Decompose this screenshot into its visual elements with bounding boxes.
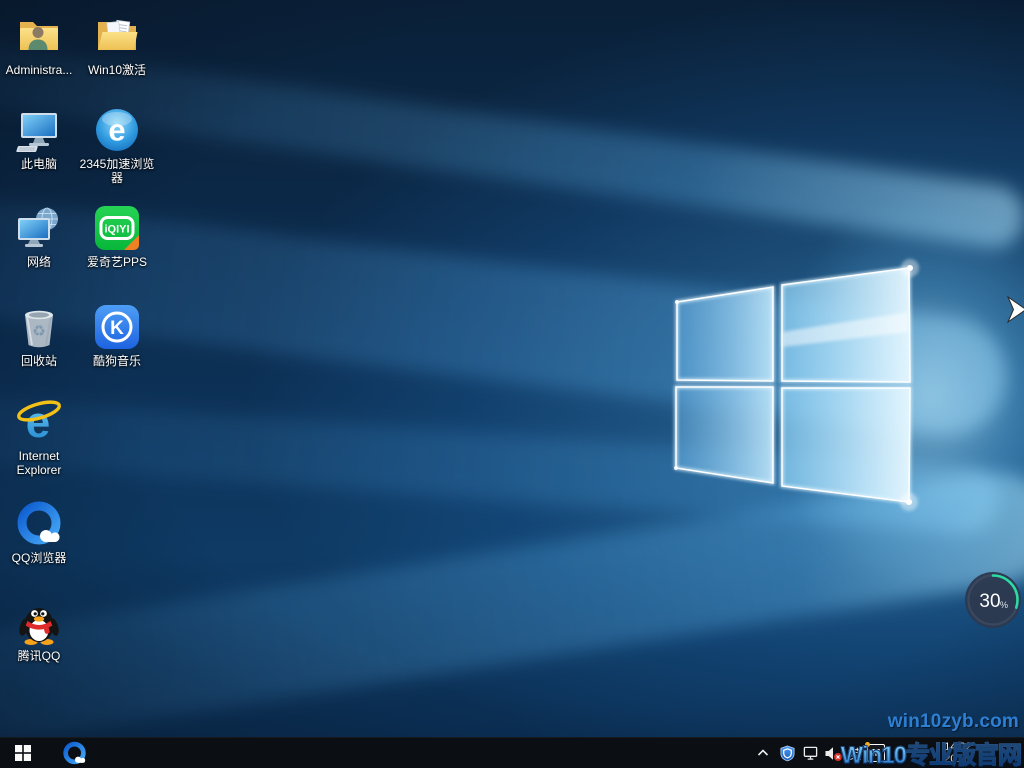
memory-usage-ball-icon: 30 %: [964, 571, 1022, 629]
desktop-icon-label: 回收站: [21, 354, 57, 368]
network-monitor-icon: [802, 745, 819, 761]
desktop-icon-qq-browser[interactable]: QQ浏览器: [0, 500, 78, 565]
desktop-icon-iqiyi-pps[interactable]: iQIYI 爱奇艺PPS: [78, 204, 156, 269]
desktop-icon-label: 腾讯QQ: [18, 649, 61, 663]
svg-text:e: e: [108, 113, 125, 148]
start-button[interactable]: [0, 738, 46, 768]
windows-desktop-screen: Administra... Win10激活 此电脑 e 2345加速浏览: [0, 0, 1024, 768]
kugou-music-icon: K: [93, 303, 141, 351]
desktop-icon-kugou-music[interactable]: K 酷狗音乐: [78, 303, 156, 368]
optimization-float-ball[interactable]: 30 %: [964, 571, 1022, 629]
computer-monitor-icon: [15, 106, 63, 154]
iqiyi-pps-icon: iQIYI: [93, 204, 141, 252]
desktop-icon-tencent-qq[interactable]: 腾讯QQ: [0, 598, 78, 663]
desktop-icon-recycle-bin[interactable]: ♻ 回收站: [0, 303, 78, 368]
security-shield-icon: [779, 745, 796, 762]
2345-browser-e-icon: e: [93, 106, 141, 154]
desktop-icon-internet-explorer[interactable]: e Internet Explorer: [0, 398, 78, 477]
qq-browser-icon: [62, 741, 87, 766]
tray-show-hidden-icons-button[interactable]: [752, 738, 774, 768]
windows-start-icon: [15, 745, 31, 761]
desktop-icon-win10-activation[interactable]: Win10激活: [78, 12, 156, 77]
folder-with-documents-icon: [93, 12, 141, 60]
desktop-icon-label: 2345加速浏览器: [79, 157, 155, 185]
desktop-icon-label: Internet Explorer: [1, 449, 77, 477]
desktop-icon-label: 此电脑: [21, 157, 57, 171]
network-globe-monitor-icon: [15, 204, 63, 252]
watermark-site-name: Win10专业版官网: [841, 735, 1021, 768]
desktop-icon-label: 酷狗音乐: [93, 354, 141, 368]
recycle-bin-icon: ♻: [15, 303, 63, 351]
desktop-icon-label: Win10激活: [88, 63, 146, 77]
desktop-icon-this-pc[interactable]: 此电脑: [0, 106, 78, 171]
qq-penguin-icon: [15, 598, 63, 646]
desktop-icon-network[interactable]: 网络: [0, 204, 78, 269]
desktop-icon-administrator[interactable]: Administra...: [0, 12, 78, 77]
desktop-icon-2345-browser[interactable]: e 2345加速浏览器: [78, 106, 156, 185]
mouse-cursor: [1006, 294, 1024, 326]
internet-explorer-icon: e: [15, 398, 63, 446]
svg-text:♻: ♻: [32, 322, 45, 340]
user-folder-icon: [15, 12, 63, 60]
watermark-site-url: win10zyb.com: [888, 711, 1019, 733]
svg-text:%: %: [1000, 600, 1008, 610]
desktop-icon-label: QQ浏览器: [12, 551, 67, 565]
desktop-icon-label: 爱奇艺PPS: [87, 255, 147, 269]
tray-security-shield-button[interactable]: [776, 738, 798, 768]
taskbar-qq-browser-button[interactable]: [50, 738, 98, 768]
desktop-icon-label: Administra...: [6, 63, 73, 77]
qq-browser-icon: [15, 500, 63, 548]
chevron-up-icon: [756, 747, 770, 759]
desktop-icon-label: 网络: [27, 255, 51, 269]
svg-text:K: K: [110, 318, 124, 339]
svg-text:iQIYI: iQIYI: [104, 224, 129, 236]
svg-text:30: 30: [979, 591, 1000, 612]
tray-network-button[interactable]: [799, 738, 821, 768]
